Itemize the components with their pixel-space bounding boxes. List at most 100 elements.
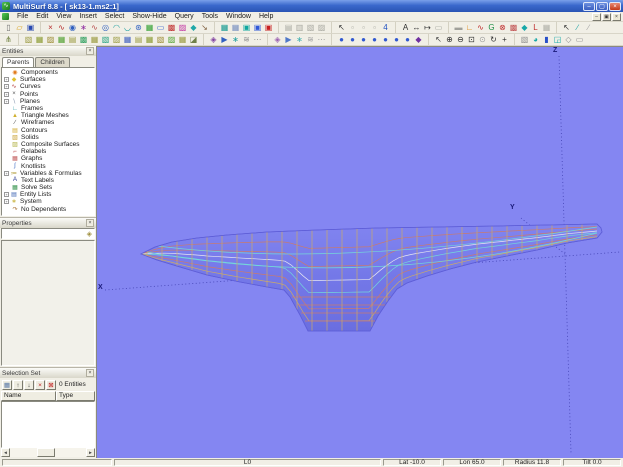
view-window-4-icon[interactable]: ▣: [252, 22, 263, 33]
insert-arc-icon[interactable]: ◠: [111, 22, 122, 33]
tree-item-knotlists[interactable]: ∫Knotlists: [4, 162, 94, 169]
display-mesh-icon[interactable]: ▧: [519, 34, 530, 45]
selection-list[interactable]: [1, 401, 95, 448]
tree-item-surfaces[interactable]: +◆Surfaces: [4, 76, 94, 83]
surface-type-13-icon[interactable]: ▧: [155, 34, 166, 45]
column-header-type[interactable]: Type: [56, 391, 95, 401]
pen-teal-icon[interactable]: ∕: [572, 22, 583, 33]
view-oval-7-icon[interactable]: ●: [402, 34, 413, 45]
display-quadrant-icon[interactable]: ◲: [552, 34, 563, 45]
menu-select[interactable]: Select: [101, 12, 128, 22]
insert-star-icon[interactable]: ⊛: [133, 22, 144, 33]
selection-grid-icon[interactable]: ▦: [2, 380, 12, 390]
minimize-button[interactable]: ‒: [583, 2, 595, 11]
show-play-icon[interactable]: ▶: [219, 34, 230, 45]
insert-point-icon[interactable]: ×: [45, 22, 56, 33]
surface-type-11-icon[interactable]: ▤: [133, 34, 144, 45]
scroll-thumb[interactable]: [37, 448, 55, 457]
comb-tool-icon[interactable]: ⋔: [3, 34, 14, 45]
mesh-grid-icon[interactable]: ▩: [508, 22, 519, 33]
arrange-4-icon[interactable]: ▨: [316, 22, 327, 33]
insert-snake-icon[interactable]: ∿: [89, 22, 100, 33]
tree-item-composite-surfaces[interactable]: ▨Composite Surfaces: [4, 141, 94, 148]
properties-close-icon[interactable]: ×: [86, 219, 94, 227]
column-header-name[interactable]: Name: [1, 391, 56, 401]
arrow-both-icon[interactable]: ↔: [411, 22, 422, 33]
new-file-icon[interactable]: ▯: [3, 22, 14, 33]
text-tool-icon[interactable]: A: [400, 22, 411, 33]
close-button[interactable]: ×: [609, 2, 621, 11]
maximize-button[interactable]: ▢: [596, 2, 608, 11]
expander-icon[interactable]: +: [4, 171, 9, 176]
refresh-view-icon[interactable]: ↻: [488, 34, 499, 45]
insert-bead-icon[interactable]: ◉: [67, 22, 78, 33]
trim-cut-icon[interactable]: ⊗: [497, 22, 508, 33]
show-waves-icon[interactable]: ≋: [241, 34, 252, 45]
menu-insert[interactable]: Insert: [75, 12, 101, 22]
view-pent-icon[interactable]: ◆: [413, 34, 424, 45]
scroll-right-icon[interactable]: ►: [86, 448, 95, 457]
expander-icon[interactable]: +: [4, 192, 9, 197]
expander-icon[interactable]: +: [4, 92, 9, 97]
menu-help[interactable]: Help: [255, 12, 277, 22]
show-marker-icon[interactable]: ◈: [208, 34, 219, 45]
zoom-disabled-icon[interactable]: ⊙: [477, 34, 488, 45]
view-window-2-icon[interactable]: ▦: [230, 22, 241, 33]
view-oval-5-icon[interactable]: ●: [380, 34, 391, 45]
zoom-out-icon[interactable]: ⊖: [455, 34, 466, 45]
zoom-in-icon[interactable]: ⊕: [444, 34, 455, 45]
diagonal-icon[interactable]: ◆: [519, 22, 530, 33]
display-shaded-icon[interactable]: ◕: [530, 34, 541, 45]
tree-item-solids[interactable]: ▧Solids: [4, 134, 94, 141]
menu-show-hide[interactable]: Show-Hide: [128, 12, 170, 22]
surface-type-9-icon[interactable]: ▨: [111, 34, 122, 45]
tree-item-entity-lists[interactable]: +▤Entity Lists: [4, 191, 94, 198]
tab-parents[interactable]: Parents: [2, 57, 34, 67]
grid-plain-icon[interactable]: ▦: [541, 22, 552, 33]
view-oval-6-icon[interactable]: ●: [391, 34, 402, 45]
zoom-window-icon[interactable]: ⊡: [466, 34, 477, 45]
menu-tools[interactable]: Tools: [198, 12, 222, 22]
frame-tool-icon[interactable]: ▭: [433, 22, 444, 33]
hide-play-icon[interactable]: ▶: [283, 34, 294, 45]
hide-dots-icon[interactable]: ⋯: [316, 34, 327, 45]
hide-star-icon[interactable]: ∗: [294, 34, 305, 45]
surface-type-16-icon[interactable]: ◪: [188, 34, 199, 45]
curvature-icon[interactable]: ∿: [475, 22, 486, 33]
label-l-icon[interactable]: L: [530, 22, 541, 33]
insert-grid-magenta-icon[interactable]: ▨: [177, 22, 188, 33]
tree-item-planes[interactable]: +∖Planes: [4, 98, 94, 105]
view-oval-4-icon[interactable]: ●: [369, 34, 380, 45]
select-box-1-icon[interactable]: ▫: [347, 22, 358, 33]
display-diamond-icon[interactable]: ◇: [563, 34, 574, 45]
tree-item-points[interactable]: +×Points: [4, 91, 94, 98]
properties-options-icon[interactable]: ◈: [87, 230, 92, 238]
clear-selection-icon[interactable]: ⊠: [46, 380, 56, 390]
tab-children[interactable]: Children: [35, 57, 69, 67]
surface-type-14-icon[interactable]: ▨: [166, 34, 177, 45]
surface-type-2-icon[interactable]: ▦: [34, 34, 45, 45]
arrange-3-icon[interactable]: ▧: [305, 22, 316, 33]
tree-item-wireframes[interactable]: ∕Wireframes: [4, 119, 94, 126]
show-dots-icon[interactable]: ⋯: [252, 34, 263, 45]
tree-item-solve-sets[interactable]: ▦Solve Sets: [4, 184, 94, 191]
surface-type-5-icon[interactable]: ▤: [67, 34, 78, 45]
scroll-left-icon[interactable]: ◄: [1, 448, 10, 457]
tree-item-variables-formulas[interactable]: +≔Variables & Formulas: [4, 170, 94, 177]
tree-item-frames[interactable]: ∟Frames: [4, 105, 94, 112]
expander-icon[interactable]: +: [4, 77, 9, 82]
tree-item-relabels[interactable]: ⌐Relabels: [4, 148, 94, 155]
3d-viewport[interactable]: X Y Z: [97, 46, 623, 458]
move-up-icon[interactable]: ↑: [13, 380, 23, 390]
insert-arrow-icon[interactable]: ↘: [199, 22, 210, 33]
select-box-3-icon[interactable]: ▫: [369, 22, 380, 33]
delete-selection-icon[interactable]: ×: [35, 380, 45, 390]
view-oval-3-icon[interactable]: ●: [358, 34, 369, 45]
pen-gray-icon[interactable]: ∕: [583, 22, 594, 33]
insert-magnet-icon[interactable]: ∗: [78, 22, 89, 33]
display-solid-icon[interactable]: ▮: [541, 34, 552, 45]
select-box-2-icon[interactable]: ▫: [358, 22, 369, 33]
surface-type-1-icon[interactable]: ▧: [23, 34, 34, 45]
hide-marker-icon[interactable]: ◈: [272, 34, 283, 45]
arrange-1-icon[interactable]: ▤: [283, 22, 294, 33]
